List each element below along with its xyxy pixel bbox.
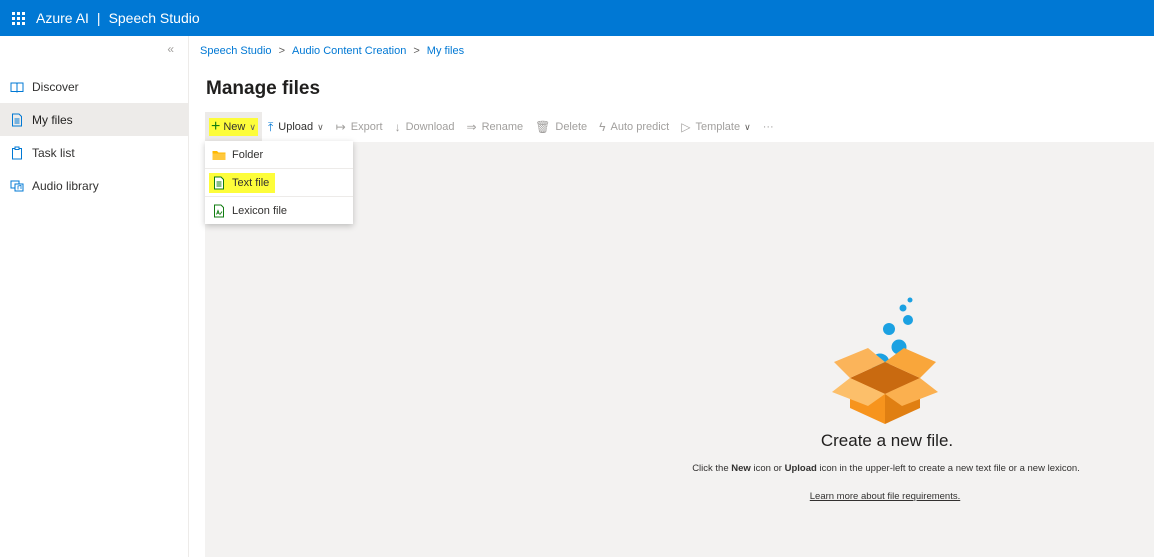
menu-item-text-file[interactable]: Text file xyxy=(205,169,353,196)
text-file-highlight: Text file xyxy=(209,172,276,193)
empty-state-description: Click the New icon or Upload icon in the… xyxy=(646,463,1126,474)
new-menu: Folder Text file Lexicon file xyxy=(205,141,353,224)
menu-item-lexicon-file[interactable]: Lexicon file xyxy=(205,197,353,224)
text-file-icon xyxy=(214,176,224,189)
lexicon-file-icon xyxy=(214,204,224,217)
desc-upload-bold: Upload xyxy=(784,463,817,474)
menu-item-label: Folder xyxy=(232,148,264,161)
menu-item-folder[interactable]: Folder xyxy=(205,141,353,168)
desc-text: Click the xyxy=(692,463,732,474)
desc-new-bold: New xyxy=(731,463,751,474)
empty-state-title: Create a new file. xyxy=(820,431,954,450)
learn-more-link[interactable]: Learn more about file requirements. xyxy=(780,491,990,502)
folder-icon xyxy=(212,150,226,160)
desc-text: icon in the upper-left to create a new t… xyxy=(816,463,1080,474)
menu-item-label: Lexicon file xyxy=(232,204,288,217)
desc-text: icon or xyxy=(750,463,785,474)
empty-state: Create a new file. Click the New icon or… xyxy=(0,0,1154,557)
menu-item-label: Text file xyxy=(232,176,270,189)
open-box-illustration xyxy=(832,297,938,424)
